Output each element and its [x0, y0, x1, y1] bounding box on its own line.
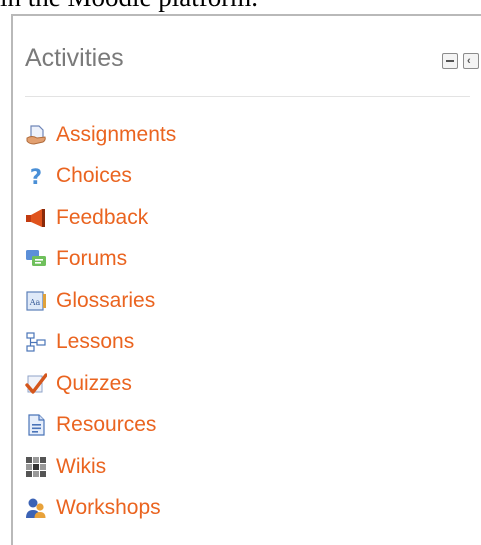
list-item-assignments[interactable]: Assignments [25, 114, 176, 156]
list-item-resources[interactable]: Resources [25, 405, 176, 447]
chevron-left-box-icon: ‹ [467, 55, 471, 67]
question-mark-icon: ? [25, 165, 47, 189]
dock-block-button[interactable]: ‹ [463, 53, 479, 69]
item-label[interactable]: Forums [56, 247, 127, 271]
workshop-people-icon [25, 497, 47, 519]
list-item-forums[interactable]: Forums [25, 239, 176, 281]
item-label[interactable]: Choices [56, 164, 132, 188]
item-label[interactable]: Quizzes [56, 372, 132, 396]
minus-box-icon [446, 60, 454, 62]
forum-icon [25, 248, 47, 270]
item-label[interactable]: Workshops [56, 496, 161, 520]
svg-text:Aa: Aa [29, 298, 41, 307]
activities-list: Assignments ? Choices Feedback Forums Aa… [25, 114, 176, 529]
list-item-lessons[interactable]: Lessons [25, 322, 176, 364]
checkmark-icon [25, 373, 48, 395]
item-label[interactable]: Feedback [56, 206, 148, 230]
item-label[interactable]: Resources [56, 413, 156, 437]
item-label[interactable]: Glossaries [56, 289, 155, 313]
list-item-choices[interactable]: ? Choices [25, 156, 176, 198]
list-item-workshops[interactable]: Workshops [25, 488, 176, 530]
svg-text:?: ? [30, 165, 42, 187]
item-label[interactable]: Wikis [56, 455, 106, 479]
list-item-glossaries[interactable]: Aa Glossaries [25, 280, 176, 322]
list-item-quizzes[interactable]: Quizzes [25, 363, 176, 405]
megaphone-icon [25, 207, 47, 229]
document-icon [25, 414, 47, 436]
item-label[interactable]: Lessons [56, 330, 134, 354]
divider [25, 96, 470, 97]
lesson-icon [25, 331, 47, 353]
assignment-icon [25, 124, 47, 146]
list-item-feedback[interactable]: Feedback [25, 197, 176, 239]
hide-block-button[interactable] [442, 53, 458, 69]
glossary-icon: Aa [25, 290, 47, 312]
page-text-fragment: in the Moodle platform. [0, 0, 258, 13]
item-label[interactable]: Assignments [56, 123, 176, 147]
list-item-wikis[interactable]: Wikis [25, 446, 176, 488]
block-title: Activities [25, 44, 124, 72]
wiki-icon [25, 456, 47, 478]
